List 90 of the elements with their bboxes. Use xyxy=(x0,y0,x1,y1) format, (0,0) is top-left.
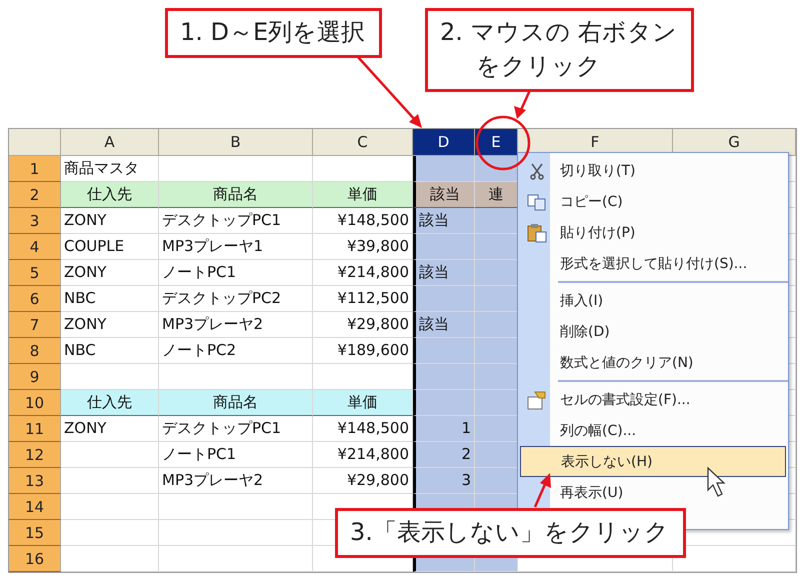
menu-item[interactable]: 列の幅(C)... xyxy=(520,415,786,446)
menu-item[interactable]: コピー(C) xyxy=(520,186,786,217)
table-cell xyxy=(413,234,475,260)
table-cell: 該当 xyxy=(413,208,475,234)
row-header[interactable]: 2 xyxy=(9,182,61,208)
menu-item[interactable]: 挿入(I) xyxy=(520,285,786,316)
table-cell: MP3プレーヤ2 xyxy=(159,312,313,338)
row-header[interactable]: 10 xyxy=(9,390,61,416)
table-cell: COUPLE xyxy=(61,234,159,260)
row-header[interactable]: 1 xyxy=(9,156,61,182)
menu-item[interactable]: 再表示(U) xyxy=(520,477,786,508)
clipboard-icon xyxy=(527,222,547,242)
menu-item[interactable]: 貼り付け(P) xyxy=(520,217,786,248)
row-header[interactable]: 3 xyxy=(9,208,61,234)
menu-item[interactable]: 削除(D) xyxy=(520,316,786,347)
table-cell: ZONY xyxy=(61,312,159,338)
column-header[interactable]: C xyxy=(313,129,413,156)
column-header[interactable]: E xyxy=(475,129,518,156)
menu-item[interactable]: 表示しない(H) xyxy=(520,446,786,477)
callout-text: 1. D～E列を選択 xyxy=(180,17,366,48)
table-cell: デスクトップPC2 xyxy=(159,286,313,312)
table-cell: 商品名 xyxy=(159,390,313,416)
column-header[interactable]: B xyxy=(159,129,313,156)
highlight-circle xyxy=(476,116,530,170)
table-cell: ノートPC1 xyxy=(159,442,313,468)
table-cell: 3 xyxy=(413,468,475,494)
table-cell: デスクトップPC1 xyxy=(159,208,313,234)
row-header[interactable]: 16 xyxy=(9,546,61,572)
menu-item[interactable]: 切り取り(T) xyxy=(520,155,786,186)
table-cell: 仕入先 xyxy=(61,390,159,416)
table-cell xyxy=(413,286,475,312)
scissors-icon xyxy=(528,162,546,180)
column-header[interactable]: D xyxy=(413,129,475,156)
table-cell xyxy=(413,390,475,416)
table-cell: 単価 xyxy=(313,390,413,416)
row-header[interactable]: 5 xyxy=(9,260,61,286)
row-header[interactable]: 12 xyxy=(9,442,61,468)
mouse-pointer-icon xyxy=(707,466,726,497)
row-header[interactable]: 14 xyxy=(9,494,61,520)
table-cell xyxy=(475,338,518,364)
table-cell xyxy=(413,156,475,182)
table-cell: ZONY xyxy=(61,208,159,234)
row-header[interactable]: 7 xyxy=(9,312,61,338)
table-cell: 連 xyxy=(475,182,518,208)
row-header[interactable]: 6 xyxy=(9,286,61,312)
table-cell: ノートPC1 xyxy=(159,260,313,286)
table-cell: 仕入先 xyxy=(61,182,159,208)
callout-text: をクリック xyxy=(475,51,602,82)
table-cell: デスクトップPC1 xyxy=(159,416,313,442)
column-header[interactable]: A xyxy=(61,129,159,156)
table-cell: 該当 xyxy=(413,260,475,286)
table-cell: 2 xyxy=(413,442,475,468)
table-cell: MP3プレーヤ1 xyxy=(159,234,313,260)
format-cells-icon xyxy=(527,390,547,410)
menu-item[interactable]: セルの書式設定(F)... xyxy=(520,384,786,415)
table-cell: ノートPC2 xyxy=(159,338,313,364)
table-cell: MP3プレーヤ2 xyxy=(159,468,313,494)
table-cell: 商品名 xyxy=(159,182,313,208)
select-all-corner[interactable] xyxy=(9,129,61,156)
table-cell: NBC xyxy=(61,286,159,312)
table-cell: 該当 xyxy=(413,182,475,208)
table-cell xyxy=(413,364,475,390)
table-cell xyxy=(475,390,518,416)
menu-item[interactable]: 形式を選択して貼り付け(S)... xyxy=(520,248,786,279)
table-cell: ZONY xyxy=(61,260,159,286)
table-cell: 単価 xyxy=(313,182,413,208)
table-cell xyxy=(475,364,518,390)
menu-item[interactable]: 数式と値のクリア(N) xyxy=(520,347,786,378)
table-cell xyxy=(475,260,518,286)
row-header[interactable]: 9 xyxy=(9,364,61,390)
table-cell xyxy=(475,416,518,442)
table-cell xyxy=(475,208,518,234)
table-cell xyxy=(475,234,518,260)
copy-icon xyxy=(527,192,547,210)
table-cell xyxy=(413,338,475,364)
row-header[interactable]: 11 xyxy=(9,416,61,442)
table-cell xyxy=(475,286,518,312)
callout-text: 2. マウスの 右ボタン xyxy=(440,17,678,48)
callout-text: 3.「表示しない」をクリック xyxy=(350,517,669,548)
table-cell xyxy=(475,468,518,494)
row-header[interactable]: 15 xyxy=(9,520,61,546)
table-cell: NBC xyxy=(61,338,159,364)
table-cell xyxy=(475,442,518,468)
table-cell: ZONY xyxy=(61,416,159,442)
table-cell: 1 xyxy=(413,416,475,442)
row-header[interactable]: 8 xyxy=(9,338,61,364)
row-header[interactable]: 4 xyxy=(9,234,61,260)
row-header[interactable]: 13 xyxy=(9,468,61,494)
table-cell xyxy=(475,312,518,338)
table-cell: 該当 xyxy=(413,312,475,338)
